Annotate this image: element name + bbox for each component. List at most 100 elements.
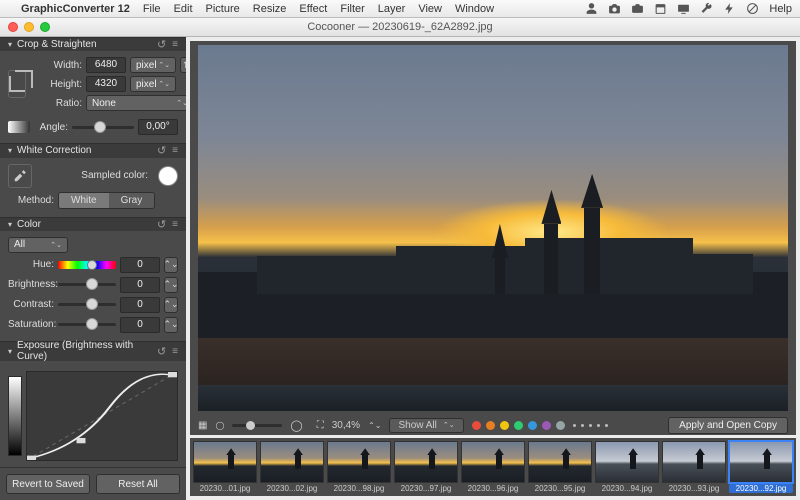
panel-header-crop[interactable]: ▾ Crop & Straighten ↺≡ <box>0 37 186 51</box>
panel-header-white[interactable]: ▾ White Correction ↺≡ <box>0 143 186 157</box>
saturation-stepper[interactable]: ⌃⌄ <box>164 317 178 333</box>
method-white-option[interactable]: White <box>59 193 109 208</box>
height-input[interactable]: 4320 <box>86 76 126 92</box>
sampled-color-swatch[interactable] <box>158 166 178 186</box>
menu-resize[interactable]: Resize <box>253 3 287 15</box>
disclosure-triangle-icon[interactable]: ▾ <box>8 146 12 155</box>
filmstrip-thumbnail[interactable] <box>461 441 525 483</box>
angle-value[interactable]: 0,00° <box>138 119 178 135</box>
camera-icon[interactable] <box>608 2 621 15</box>
menu-help[interactable]: Help <box>769 3 792 15</box>
eyedropper-tool[interactable] <box>8 164 32 188</box>
filmstrip-item[interactable]: 20230...92.jpg <box>729 441 793 493</box>
filmstrip-item[interactable]: 20230...98.jpg <box>327 441 391 493</box>
person-icon[interactable] <box>585 2 598 15</box>
menu-window[interactable]: Window <box>455 3 494 15</box>
color-tag[interactable] <box>528 421 537 430</box>
bolt-icon[interactable] <box>723 2 736 15</box>
reset-icon[interactable]: ↺ <box>157 144 166 157</box>
color-tag[interactable] <box>500 421 509 430</box>
zoom-slider[interactable] <box>232 424 282 427</box>
briefcase-icon[interactable] <box>631 2 644 15</box>
hue-slider[interactable] <box>58 261 116 269</box>
contrast-value[interactable]: 0 <box>120 297 160 313</box>
image-canvas[interactable] <box>190 41 796 415</box>
filmstrip-item[interactable]: 20230...97.jpg <box>394 441 458 493</box>
nosign-icon[interactable] <box>746 2 759 15</box>
filmstrip-thumbnail[interactable] <box>327 441 391 483</box>
filter-select[interactable]: Show All⌃⌄ <box>389 418 463 433</box>
menu-edit[interactable]: Edit <box>174 3 193 15</box>
fit-icon[interactable]: ⛶ <box>317 420 324 431</box>
filmstrip-thumbnail[interactable] <box>729 441 793 483</box>
reset-icon[interactable]: ↺ <box>157 38 166 51</box>
apply-open-copy-button[interactable]: Apply and Open Copy <box>668 417 788 434</box>
menu-file[interactable]: File <box>143 3 161 15</box>
width-input[interactable]: 6480 <box>86 57 126 73</box>
hue-stepper[interactable]: ⌃⌄ <box>164 257 178 273</box>
saturation-slider[interactable] <box>58 323 116 326</box>
filmstrip-thumbnail[interactable] <box>662 441 726 483</box>
panel-menu-icon[interactable]: ≡ <box>172 39 178 50</box>
height-unit-select[interactable]: pixel⌃⌄ <box>130 76 176 92</box>
rating-dots[interactable] <box>573 424 608 427</box>
hue-value[interactable]: 0 <box>120 257 160 273</box>
revert-button[interactable]: Revert to Saved <box>6 474 90 494</box>
zoom-out-icon[interactable]: ◯ <box>215 421 224 430</box>
color-tag[interactable] <box>472 421 481 430</box>
panel-menu-icon[interactable]: ≡ <box>172 219 178 230</box>
menu-effect[interactable]: Effect <box>299 3 327 15</box>
menu-picture[interactable]: Picture <box>206 3 240 15</box>
reset-icon[interactable]: ↺ <box>157 345 166 358</box>
filmstrip[interactable]: 20230...01.jpg20230...02.jpg20230...98.j… <box>190 438 796 496</box>
panel-menu-icon[interactable]: ≡ <box>172 145 178 156</box>
color-tag-picker[interactable] <box>472 421 565 430</box>
filmstrip-item[interactable]: 20230...95.jpg <box>528 441 592 493</box>
filmstrip-thumbnail[interactable] <box>595 441 659 483</box>
color-tag[interactable] <box>514 421 523 430</box>
menu-view[interactable]: View <box>418 3 442 15</box>
brightness-slider[interactable] <box>58 283 116 286</box>
disclosure-triangle-icon[interactable]: ▾ <box>8 347 12 356</box>
filmstrip-item[interactable]: 20230...94.jpg <box>595 441 659 493</box>
color-channel-select[interactable]: All⌃⌄ <box>8 237 68 253</box>
grid-icon[interactable]: ▦ <box>198 420 207 431</box>
filmstrip-thumbnail[interactable] <box>193 441 257 483</box>
angle-slider[interactable] <box>72 126 134 129</box>
contrast-slider[interactable] <box>58 303 116 306</box>
filmstrip-thumbnail[interactable] <box>394 441 458 483</box>
disclosure-triangle-icon[interactable]: ▾ <box>8 220 12 229</box>
panel-header-exposure[interactable]: ▾ Exposure (Brightness with Curve) ↺≡ <box>0 341 186 361</box>
method-segment[interactable]: White Gray <box>58 192 155 209</box>
window-titlebar[interactable]: Cocooner — 20230619-_62A2892.jpg <box>0 18 800 37</box>
panel-header-color[interactable]: ▾ Color ↺≡ <box>0 217 186 231</box>
reset-all-button[interactable]: Reset All <box>96 474 180 494</box>
contrast-stepper[interactable]: ⌃⌄ <box>164 297 178 313</box>
filmstrip-thumbnail[interactable] <box>528 441 592 483</box>
tv-icon[interactable] <box>677 2 690 15</box>
saturation-value[interactable]: 0 <box>120 317 160 333</box>
filmstrip-item[interactable]: 20230...01.jpg <box>193 441 257 493</box>
crop-tool-icon[interactable] <box>8 70 26 98</box>
filmstrip-item[interactable]: 20230...93.jpg <box>662 441 726 493</box>
color-tag[interactable] <box>556 421 565 430</box>
calendar-icon[interactable] <box>654 2 667 15</box>
width-unit-select[interactable]: pixel⌃⌄ <box>130 57 176 73</box>
filmstrip-item[interactable]: 20230...02.jpg <box>260 441 324 493</box>
panel-menu-icon[interactable]: ≡ <box>172 346 178 357</box>
reset-icon[interactable]: ↺ <box>157 218 166 231</box>
filmstrip-thumbnail[interactable] <box>260 441 324 483</box>
menu-layer[interactable]: Layer <box>378 3 406 15</box>
zoom-stepper[interactable]: ⌃⌄ <box>368 421 381 430</box>
zoom-in-icon[interactable]: ◯ <box>290 419 302 432</box>
exposure-curve-editor[interactable] <box>26 371 178 461</box>
brightness-value[interactable]: 0 <box>120 277 160 293</box>
color-tag[interactable] <box>542 421 551 430</box>
disclosure-triangle-icon[interactable]: ▾ <box>8 40 12 49</box>
menu-filter[interactable]: Filter <box>340 3 364 15</box>
wrench-icon[interactable] <box>700 2 713 15</box>
color-tag[interactable] <box>486 421 495 430</box>
ratio-select[interactable]: None⌃⌄ <box>86 95 186 111</box>
brightness-stepper[interactable]: ⌃⌄ <box>164 277 178 293</box>
filmstrip-item[interactable]: 20230...96.jpg <box>461 441 525 493</box>
